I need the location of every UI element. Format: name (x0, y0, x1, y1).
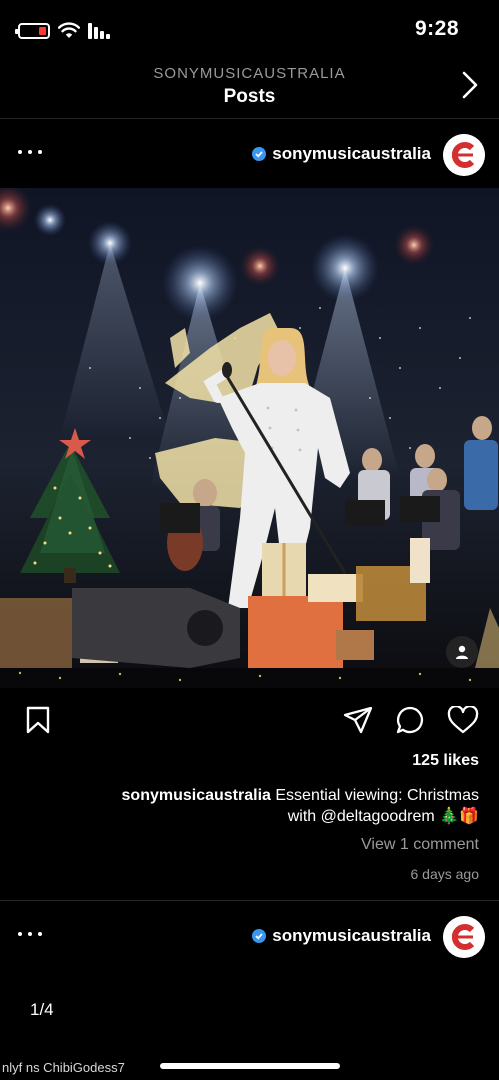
heart-icon (447, 706, 479, 734)
header-divider (0, 118, 499, 119)
home-indicator[interactable] (160, 1063, 340, 1069)
page-title: Posts (223, 86, 276, 107)
verified-badge-icon (252, 929, 267, 943)
avatar[interactable] (443, 916, 485, 958)
post-header: sonymusicaustralia (0, 120, 499, 188)
username-row[interactable]: sonymusicaustralia (252, 144, 431, 164)
username[interactable]: sonymusicaustralia (272, 144, 431, 164)
post-divider (0, 900, 499, 901)
footer-text: nlyf ns ChibiGodess7 (2, 1060, 125, 1075)
username[interactable]: sonymusicaustralia (272, 926, 431, 946)
concert-photo (0, 188, 499, 688)
comment-button[interactable] (394, 704, 426, 736)
post-caption: sonymusicaustralia Essential viewing: Ch… (39, 785, 479, 827)
more-options-button[interactable] (18, 924, 42, 944)
save-button[interactable] (22, 704, 54, 736)
sony-music-logo (443, 916, 485, 958)
caption-text: Essential viewing: Christmas (275, 787, 479, 804)
caption-text-2: with @deltagoodrem (287, 808, 435, 825)
more-options-button[interactable] (18, 142, 42, 162)
post-photo[interactable] (0, 188, 499, 688)
signal-icon (88, 23, 110, 39)
avatar[interactable] (443, 134, 485, 176)
verified-badge-icon (252, 147, 267, 161)
status-icons (15, 20, 112, 42)
carousel-page-counter: 1/4 (30, 1000, 54, 1019)
bookmark-icon (26, 706, 50, 734)
caption-emoji: 🎄🎁 (439, 808, 479, 825)
share-icon (343, 706, 373, 734)
tagged-users-button[interactable] (446, 636, 478, 668)
battery-icon (15, 23, 50, 39)
username-row[interactable]: sonymusicaustralia (252, 926, 431, 946)
status-bar: 9:28 (0, 0, 499, 60)
comment-icon (396, 706, 424, 734)
clock: 9:28 (414, 17, 459, 40)
like-button[interactable] (447, 704, 479, 736)
chevron-icon (462, 71, 478, 99)
posts-header: SONYMUSICAUSTRALIA Posts (0, 60, 499, 115)
battery-level (39, 27, 46, 35)
back-button[interactable] (455, 68, 485, 102)
like-count[interactable]: 125 likes (412, 752, 479, 770)
user-icon (456, 645, 468, 659)
view-comments-link[interactable]: View 1 comment (361, 836, 479, 854)
next-post-header: sonymusicaustralia (0, 902, 499, 970)
share-button[interactable] (342, 704, 374, 736)
wifi-icon (58, 22, 80, 38)
post-actions (0, 700, 499, 740)
sony-music-logo (443, 134, 485, 176)
caption-username[interactable]: sonymusicaustralia (122, 787, 271, 804)
account-name: SONYMUSICAUSTRALIA (153, 65, 346, 82)
post-timestamp: 6 days ago (410, 866, 480, 882)
